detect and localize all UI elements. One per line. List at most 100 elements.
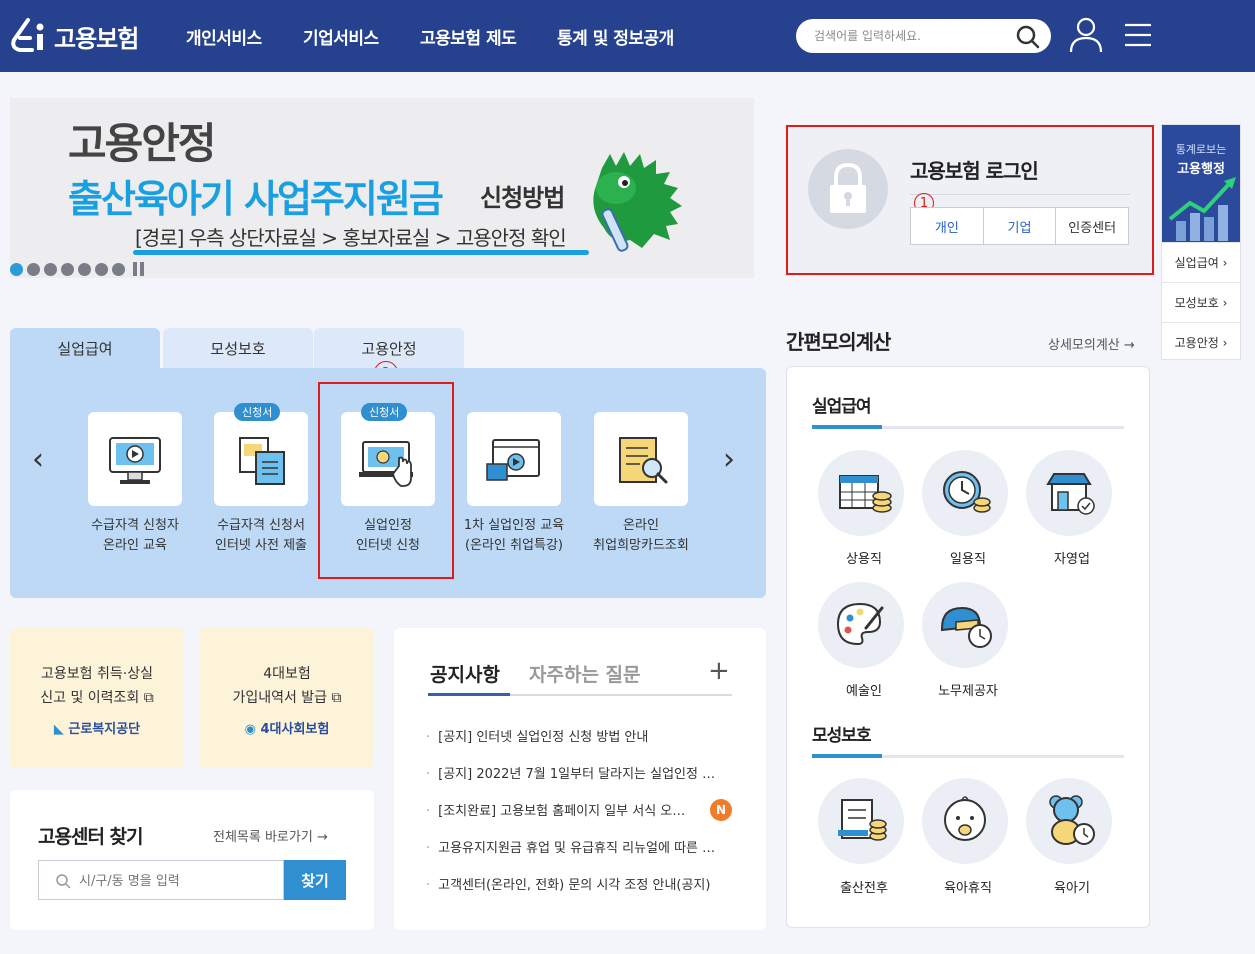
four-insurance-card[interactable]: 4대보험 가입내역서 발급 ⧉ ◉ 4대사회보험	[200, 628, 374, 768]
search-box	[796, 19, 1051, 53]
clock-coins-icon	[943, 471, 991, 513]
calc-artist[interactable]	[818, 582, 904, 668]
calc-regular-worker[interactable]	[818, 450, 904, 536]
service-pre-submission[interactable]	[214, 412, 308, 506]
section-indicator	[812, 754, 882, 758]
calc-self-employed[interactable]	[1026, 450, 1112, 536]
calc-detail-link[interactable]: 상세모의계산 →	[1048, 334, 1135, 353]
side-item-maternity[interactable]: 모성보호 ›	[1162, 282, 1240, 322]
store-icon	[1046, 473, 1095, 515]
chart-growth-icon	[1168, 177, 1236, 241]
section-indicator	[812, 425, 882, 429]
nav-insurance-system[interactable]: 고용보험 제도	[420, 24, 517, 49]
calc-maternity-leave[interactable]	[818, 778, 904, 864]
monitor-play-icon	[109, 437, 161, 484]
banner-pagination	[10, 262, 145, 276]
org-logo-icon: ◣	[53, 722, 64, 737]
notice-item[interactable]: 고용유지지원금 휴업 및 유급휴직 리뉴얼에 따른 안내	[426, 837, 716, 856]
banner-dot[interactable]	[78, 262, 91, 276]
menu-icon[interactable]	[1124, 22, 1152, 48]
org-name: 근로복지공단	[68, 722, 141, 737]
center-title: 고용센터 찾기	[38, 826, 143, 848]
baby-face-icon	[944, 796, 986, 841]
notice-item[interactable]: [조치완료] 고용보험 홈페이지 일부 서식 오류 안내	[426, 800, 686, 819]
side-item-employment-stability[interactable]: 고용안정 ›	[1162, 322, 1240, 362]
documents-icon	[239, 437, 285, 485]
banner-dot[interactable]	[112, 262, 125, 276]
active-tab-indicator	[428, 693, 510, 696]
service-first-education[interactable]	[467, 412, 561, 506]
card-title: 고용보험 취득·상실	[41, 666, 153, 682]
banner-dot[interactable]	[95, 262, 108, 276]
pause-icon[interactable]	[133, 262, 145, 276]
calc-childcare-leave[interactable]	[922, 778, 1008, 864]
notice-board: 공지사항 자주하는 질문 + [공지] 인터넷 실업인정 신청 방법 안내 [공…	[394, 628, 766, 930]
more-plus-icon[interactable]: +	[708, 656, 730, 686]
banner-dot[interactable]	[27, 262, 40, 276]
banner-subheading-suffix: 신청방법	[480, 184, 565, 212]
login-tab-cert-center[interactable]: 인증센터	[1056, 208, 1128, 244]
login-tab-business[interactable]: 기업	[984, 208, 1057, 244]
tab-notice[interactable]: 공지사항	[430, 660, 500, 687]
insurance-history-card[interactable]: 고용보험 취득·상실 신고 및 이력조회 ⧉ ◣ 근로복지공단	[10, 628, 184, 768]
service-online-education[interactable]	[88, 412, 182, 506]
center-search-button[interactable]: 찾기	[284, 860, 346, 900]
side-item-unemployment[interactable]: 실업급여 ›	[1162, 242, 1240, 282]
banner-dot[interactable]	[61, 262, 74, 276]
center-list-link[interactable]: 전체목록 바로가기 →	[213, 826, 328, 845]
dinosaur-mascot-icon	[593, 152, 682, 252]
prev-arrow-icon[interactable]: ‹	[32, 442, 44, 477]
calc-label: 예술인	[846, 684, 882, 699]
lock-icon	[808, 149, 888, 229]
new-badge: N	[710, 799, 732, 821]
banner-dot[interactable]	[10, 262, 23, 276]
nav-business-services[interactable]: 기업서비스	[303, 24, 379, 49]
search-icon	[56, 874, 71, 889]
service-label: 수급자격 신청자 온라인 교육	[91, 518, 179, 553]
card-title: 4대보험	[263, 666, 311, 682]
service-label: 수급자격 신청서 인터넷 사전 제출	[215, 518, 307, 553]
user-icon[interactable]	[1068, 16, 1104, 54]
login-tab-personal[interactable]: 개인	[911, 208, 984, 244]
tab-faq[interactable]: 자주하는 질문	[529, 660, 641, 687]
teddy-bear-clock-icon	[1049, 795, 1095, 845]
notice-item[interactable]: 고객센터(온라인, 전화) 문의 시각 조정 안내(공지)	[426, 874, 716, 893]
stats-link-caption: 통계로보는	[1175, 143, 1227, 156]
nav-personal-services[interactable]: 개인서비스	[186, 24, 262, 49]
calc-label: 노무제공자	[938, 684, 998, 699]
search-icon[interactable]	[1015, 24, 1041, 50]
login-title: 고용보험 로그인	[910, 159, 1039, 183]
calc-label: 육아기	[1054, 881, 1090, 896]
divider	[910, 194, 1130, 195]
calc-label: 자영업	[1054, 552, 1090, 567]
tab-unemployment[interactable]: 실업급여	[10, 328, 160, 368]
external-link-icon: ⧉	[331, 690, 342, 706]
logo[interactable]: 고용보험	[8, 14, 148, 58]
promo-banner[interactable]: 고용안정 출산육아기 사업주지원금 신청방법 [경로] 우측 상단자료실 > 홍…	[10, 98, 754, 278]
calc-section-title: 실업급여	[812, 397, 872, 417]
notice-item[interactable]: [공지] 2022년 7월 1일부터 달라지는 실업인정 안내	[426, 763, 716, 782]
banner-dot[interactable]	[44, 262, 57, 276]
nav-statistics[interactable]: 통계 및 정보공개	[557, 24, 674, 49]
next-arrow-icon[interactable]: ›	[723, 442, 735, 477]
service-job-card-lookup[interactable]	[594, 412, 688, 506]
login-panel: 고용보험 로그인 1 개인 기업 인증센터	[786, 125, 1154, 275]
calc-label: 출산전후	[840, 881, 888, 896]
tab-maternity[interactable]: 모성보호	[163, 328, 313, 368]
calc-childcare-period[interactable]	[1026, 778, 1112, 864]
banner-underline	[133, 250, 589, 255]
logo-mark-icon	[8, 16, 52, 56]
calc-label: 상용직	[846, 552, 882, 567]
notice-item[interactable]: [공지] 인터넷 실업인정 신청 방법 안내	[426, 726, 716, 745]
center-search-input[interactable]	[79, 871, 269, 891]
search-input[interactable]	[814, 26, 1004, 46]
highlight-box	[318, 382, 454, 579]
palette-icon	[836, 602, 884, 646]
banner-subheading: 출산육아기 사업주지원금	[68, 177, 444, 221]
calc-section-title: 모성보호	[812, 726, 872, 746]
quick-side-panel: 통계로보는 고용행정 실업급여 › 모성보호 › 고용안정 ›	[1161, 124, 1241, 360]
service-label: 온라인 취업희망카드조회	[593, 518, 689, 553]
stats-link[interactable]: 통계로보는 고용행정	[1162, 125, 1240, 243]
calc-daily-worker[interactable]	[922, 450, 1008, 536]
calc-platform-worker[interactable]	[922, 582, 1008, 668]
